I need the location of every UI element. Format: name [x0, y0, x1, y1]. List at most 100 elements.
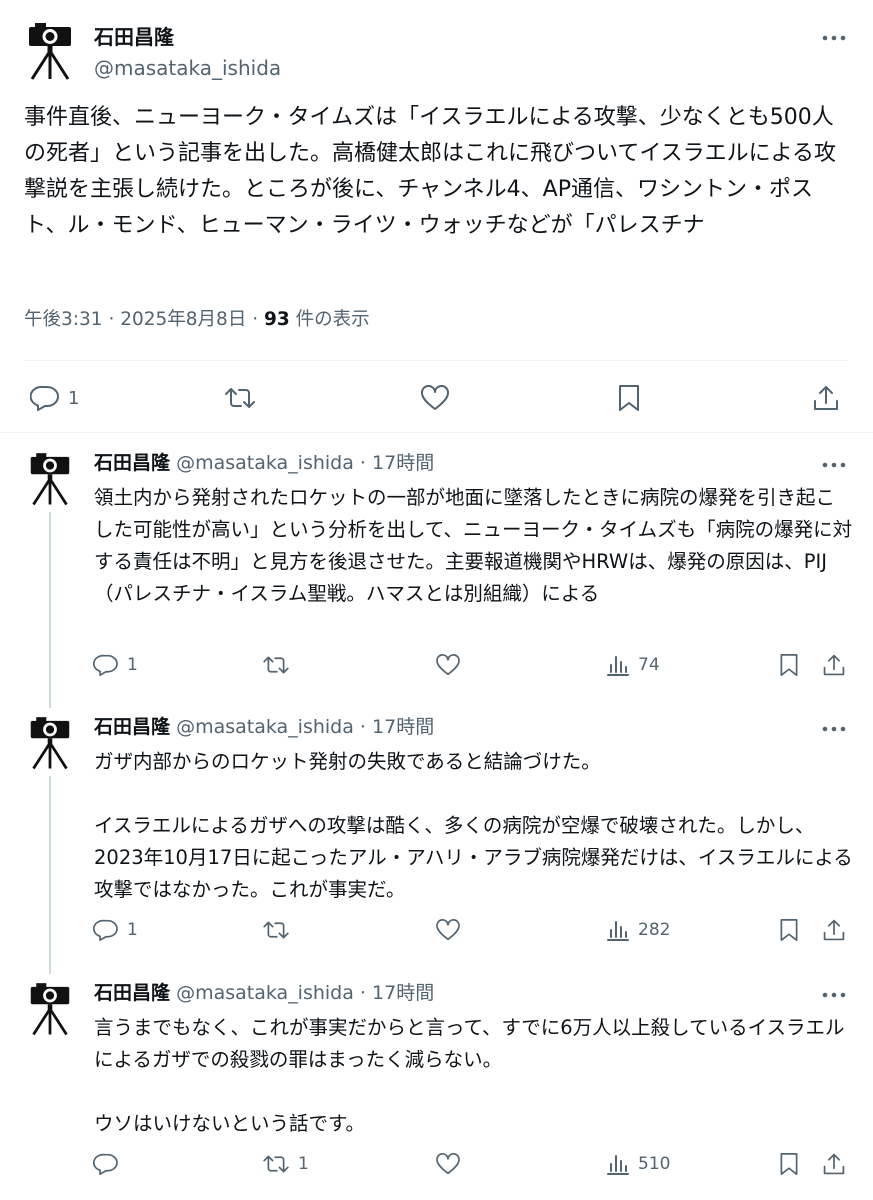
repost-button[interactable]: [262, 648, 298, 682]
tweet-time[interactable]: 17時間: [372, 982, 434, 1004]
share-button[interactable]: [822, 913, 846, 947]
bookmark-button[interactable]: [778, 648, 800, 682]
avatar[interactable]: [28, 712, 72, 770]
author-handle[interactable]: @masataka_ishida: [94, 55, 281, 81]
like-button[interactable]: [420, 376, 450, 420]
analytics-icon: [606, 1153, 630, 1175]
views-count: 74: [638, 655, 660, 675]
bookmark-button[interactable]: [778, 1147, 800, 1181]
action-bar: 1 74: [0, 648, 873, 682]
views-count: 93: [263, 309, 290, 330]
author-name[interactable]: 石田昌隆: [94, 716, 170, 738]
tweet-meta: 午後3:31 · 2025年8月8日 · 93 件の表示: [24, 306, 370, 334]
action-bar: 1 510: [0, 1147, 873, 1181]
like-button[interactable]: [435, 913, 461, 947]
more-options-icon[interactable]: [820, 26, 848, 50]
share-button[interactable]: [822, 1147, 846, 1181]
heart-icon: [435, 1153, 461, 1175]
share-button[interactable]: [822, 648, 846, 682]
share-icon: [822, 918, 846, 942]
bookmark-icon: [778, 1152, 800, 1176]
reply-icon: [30, 385, 60, 411]
repost-count: 1: [298, 1154, 309, 1174]
divider: [24, 360, 848, 361]
like-button[interactable]: [435, 1147, 461, 1181]
reply-button[interactable]: 1: [93, 648, 138, 682]
analytics-icon: [606, 919, 630, 941]
heart-icon: [420, 385, 450, 411]
tweet-text: 領土内から発射されたロケットの一部が地面に墜落したときに病院の爆発を引き起こした…: [94, 486, 853, 605]
reply-button[interactable]: [93, 1147, 127, 1181]
action-bar: 1 282: [0, 913, 873, 947]
reply-count: 1: [68, 387, 80, 409]
main-tweet: 石田昌隆 @masataka_ishida 事件直後、ニューヨーク・タイムズは「…: [0, 0, 873, 432]
share-icon: [822, 1152, 846, 1176]
tweet-time[interactable]: 午後3:31: [24, 309, 103, 330]
more-options-icon[interactable]: [820, 984, 848, 1006]
avatar[interactable]: [26, 18, 74, 80]
bookmark-button[interactable]: [616, 376, 642, 420]
tweet-time[interactable]: 17時間: [372, 716, 434, 738]
reply-tweet: 石田昌隆 @masataka_ishida · 17時間 領土内から発射されたロ…: [0, 440, 873, 708]
meta-dot: ·: [359, 452, 366, 474]
bookmark-icon: [616, 384, 642, 412]
repost-button[interactable]: 1: [262, 1147, 309, 1181]
like-button[interactable]: [435, 648, 461, 682]
divider: [0, 432, 873, 433]
bookmark-icon: [778, 918, 800, 942]
more-options-icon[interactable]: [820, 718, 848, 740]
views-button[interactable]: 74: [606, 648, 660, 682]
analytics-icon: [606, 654, 630, 676]
reply-button[interactable]: 1: [30, 376, 79, 420]
reply-icon: [93, 654, 119, 676]
heart-icon: [435, 919, 461, 941]
author-name[interactable]: 石田昌隆: [94, 982, 170, 1004]
reply-count: 1: [127, 920, 138, 940]
share-icon: [822, 653, 846, 677]
author-handle[interactable]: @masataka_ishida: [176, 452, 354, 474]
repost-icon: [262, 919, 290, 941]
views-button[interactable]: 282: [606, 913, 670, 947]
share-icon: [812, 384, 840, 412]
camera-tripod-icon: [30, 983, 70, 1036]
heart-icon: [435, 654, 461, 676]
repost-icon: [262, 1153, 290, 1175]
camera-tripod-icon: [30, 717, 70, 770]
avatar[interactable]: [28, 978, 72, 1036]
bookmark-icon: [778, 653, 800, 677]
views-button[interactable]: 510: [606, 1147, 670, 1181]
meta-dot: ·: [108, 309, 121, 330]
author-name[interactable]: 石田昌隆: [94, 452, 170, 474]
repost-button[interactable]: [224, 376, 256, 420]
tweet-date[interactable]: 2025年8月8日: [120, 309, 246, 330]
repost-icon: [224, 385, 256, 411]
repost-icon: [262, 654, 290, 676]
meta-dot: ·: [359, 716, 366, 738]
camera-tripod-icon: [30, 453, 70, 506]
views-label: 件の表示: [295, 309, 370, 330]
repost-button[interactable]: [262, 913, 298, 947]
author-handle[interactable]: @masataka_ishida: [176, 716, 354, 738]
meta-dot: ·: [252, 309, 264, 330]
reply-button[interactable]: 1: [93, 913, 138, 947]
tweet-text: ガザ内部からのロケット発射の失敗であると結論づけた。 イスラエルによるガザへの攻…: [94, 750, 853, 901]
views-count: 282: [638, 920, 671, 940]
tweet-text: 言うまでもなく、これが事実だからと言って、すでに6万人以上殺しているイスラエルに…: [94, 1016, 845, 1135]
action-bar: 1: [0, 376, 873, 420]
author-handle[interactable]: @masataka_ishida: [176, 982, 354, 1004]
reply-header: 石田昌隆 @masataka_ishida · 17時間: [94, 714, 434, 740]
more-options-icon[interactable]: [820, 454, 848, 476]
tweet-time[interactable]: 17時間: [372, 452, 434, 474]
avatar[interactable]: [28, 448, 72, 506]
views-count: 510: [638, 1154, 671, 1174]
author-name[interactable]: 石田昌隆: [94, 24, 174, 50]
reply-tweet: 石田昌隆 @masataka_ishida · 17時間 言うまでもなく、これが…: [0, 970, 873, 1196]
reply-header: 石田昌隆 @masataka_ishida · 17時間: [94, 980, 434, 1006]
camera-tripod-icon: [29, 23, 71, 80]
tweet-text: 事件直後、ニューヨーク・タイムズは「イスラエルによる攻撃、少なくとも500人の死…: [24, 105, 837, 238]
share-button[interactable]: [812, 376, 840, 420]
meta-dot: ·: [359, 982, 366, 1004]
reply-header: 石田昌隆 @masataka_ishida · 17時間: [94, 450, 434, 476]
bookmark-button[interactable]: [778, 913, 800, 947]
reply-icon: [93, 919, 119, 941]
